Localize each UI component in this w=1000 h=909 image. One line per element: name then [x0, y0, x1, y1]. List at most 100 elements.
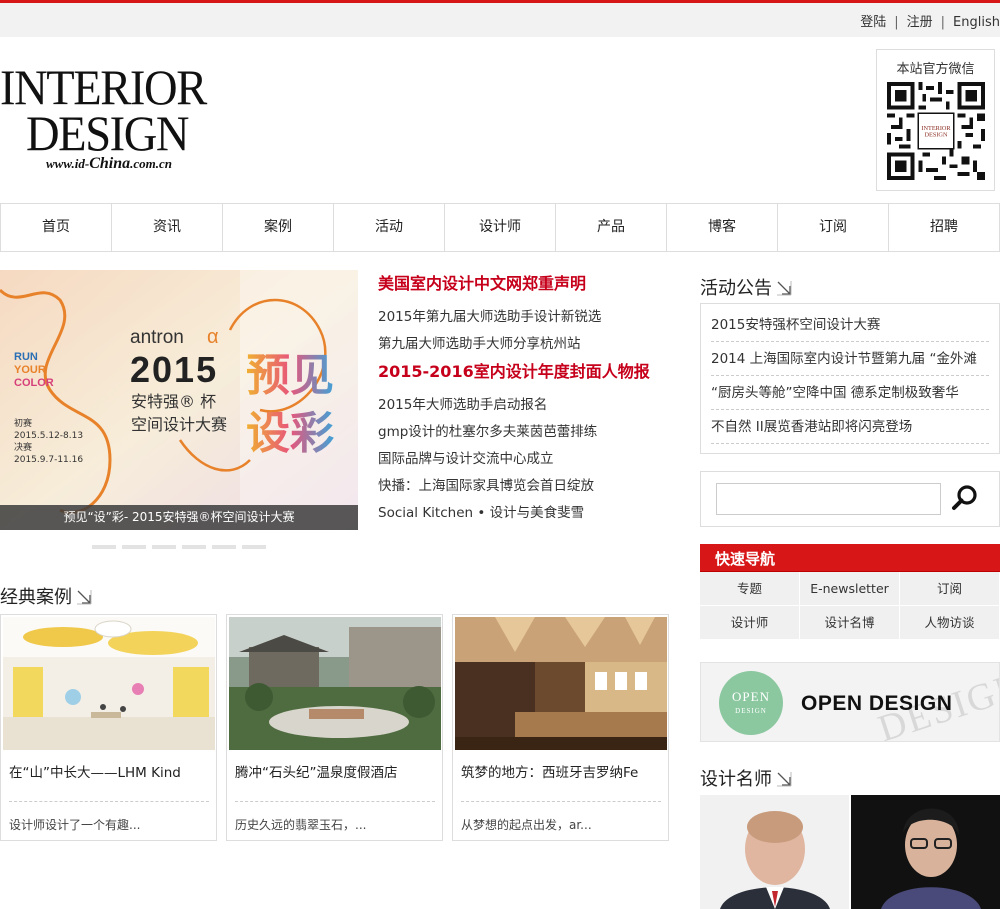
- case-image: [455, 617, 667, 750]
- wechat-qr-box: 本站官方微信 INTERIOR DESIGN: [876, 49, 995, 191]
- case-desc: 历史久远的翡翠玉石，...: [235, 818, 367, 832]
- news-item[interactable]: Social Kitchen • 设计与美食斐雪: [378, 500, 688, 527]
- quick-nav-topics[interactable]: 专题: [700, 572, 800, 606]
- slide-slogan-3: COLOR: [14, 377, 54, 389]
- slider-dot[interactable]: [182, 545, 206, 549]
- search-box: [700, 471, 1000, 527]
- svg-text:α: α: [207, 326, 219, 348]
- quick-nav-title: 快速导航: [700, 544, 1000, 572]
- slide-big-2: 设彩: [246, 408, 334, 459]
- slide-date-label-2: 决赛: [14, 441, 32, 453]
- slider-dot[interactable]: [242, 545, 266, 549]
- designers-section-title: 设计名师: [700, 765, 792, 791]
- slide-title-2: 空间设计大赛: [131, 415, 227, 434]
- logo-line-design: DESIGN: [26, 105, 190, 161]
- login-link[interactable]: 登陆: [860, 11, 886, 30]
- nav-item-news[interactable]: 资讯: [112, 204, 223, 251]
- separator: |: [894, 15, 899, 30]
- slide-brand: antron: [130, 327, 184, 348]
- announce-section-title: 活动公告: [700, 274, 792, 300]
- slide-slogan-1: RUN: [14, 351, 38, 363]
- announcement-item[interactable]: “厨房头等舱”空降中国 德系定制极致奢华: [711, 376, 989, 410]
- quick-nav-designers[interactable]: 设计师: [700, 606, 800, 640]
- nav-item-cases[interactable]: 案例: [223, 204, 334, 251]
- slider-dot[interactable]: [152, 545, 176, 549]
- quick-nav-subscribe[interactable]: 订阅: [900, 572, 1000, 606]
- corner-arrow-icon: [77, 590, 92, 605]
- english-link[interactable]: English: [953, 15, 1000, 30]
- quick-nav: 快速导航 专题 E-newsletter 订阅 设计师 设计名博 人物访谈: [700, 544, 1000, 640]
- slider-dot[interactable]: [212, 545, 236, 549]
- nav-item-events[interactable]: 活动: [334, 204, 445, 251]
- announcement-item[interactable]: 不自然 II展览香港站即将闪亮登场: [711, 410, 989, 444]
- quick-nav-grid: 专题 E-newsletter 订阅 设计师 设计名博 人物访谈: [700, 572, 1000, 640]
- register-link[interactable]: 注册: [907, 11, 933, 30]
- search-icon[interactable]: [951, 483, 981, 513]
- slide-big-1: 预见: [246, 350, 334, 401]
- slide-date-label-1: 初赛: [14, 417, 32, 429]
- nav-item-home[interactable]: 首页: [0, 204, 112, 251]
- case-title[interactable]: 在“山”中长大——LHM Kind: [9, 761, 209, 781]
- logo-url: www.id-China.com.cn: [46, 155, 173, 172]
- case-desc: 从梦想的起点出发，ar...: [461, 818, 592, 832]
- slider-dot[interactable]: [92, 545, 116, 549]
- open-design-banner[interactable]: DESIGN OPEN DESIGN OPEN DESIGN: [700, 662, 1000, 742]
- slide-date-1: 2015.5.12-8.13: [14, 431, 83, 441]
- nav-item-products[interactable]: 产品: [556, 204, 667, 251]
- divider: [235, 801, 435, 802]
- separator: |: [940, 15, 946, 30]
- site-logo[interactable]: INTERIOR DESIGN www.id-China.com.cn: [0, 62, 245, 177]
- quick-nav-newsletter[interactable]: E-newsletter: [800, 572, 900, 606]
- slider-dot[interactable]: [122, 545, 146, 549]
- slider-dots: [92, 545, 266, 549]
- news-item[interactable]: gmp设计的杜塞尔多夫莱茵芭蕾排练: [378, 419, 688, 446]
- featured-slider[interactable]: antron α 2015 安特强® 杯 空间设计大赛 RUN YOUR COL…: [0, 270, 358, 530]
- news-item[interactable]: 国际品牌与设计交流中心成立: [378, 446, 688, 473]
- news-list: 美国室内设计中文网郑重声明 2015年第九届大师选助手设计新锐选 第九届大师选助…: [378, 272, 688, 527]
- designer-photo[interactable]: [700, 795, 849, 909]
- case-card[interactable]: 筑梦的地方：西班牙吉罗纳Fe 从梦想的起点出发，ar...: [452, 614, 669, 841]
- nav-item-blog[interactable]: 博客: [667, 204, 778, 251]
- nav-item-subscribe[interactable]: 订阅: [778, 204, 889, 251]
- account-links: 登陆 | 注册 | English: [860, 11, 1000, 30]
- news-item[interactable]: 第九届大师选助手大师分享杭州站: [378, 331, 688, 358]
- top-bar: 登陆 | 注册 | English: [0, 3, 1000, 37]
- case-card[interactable]: 在“山”中长大——LHM Kind 设计师设计了一个有趣...: [0, 614, 217, 841]
- slide-date-2: 2015.9.7-11.16: [14, 455, 83, 465]
- nav-item-jobs[interactable]: 招聘: [889, 204, 1000, 251]
- divider: [9, 801, 209, 802]
- news-headline[interactable]: 2015-2016室内设计年度封面人物报: [378, 360, 688, 384]
- quick-nav-interviews[interactable]: 人物访谈: [900, 606, 1000, 640]
- designer-photo[interactable]: [851, 795, 1000, 909]
- news-headline[interactable]: 美国室内设计中文网郑重声明: [378, 272, 688, 296]
- main-nav: 首页 资讯 案例 活动 设计师 产品 博客 订阅 招聘: [0, 203, 1000, 252]
- news-item[interactable]: 快播：上海国际家具博览会首日绽放: [378, 473, 688, 500]
- divider: [461, 801, 661, 802]
- case-title[interactable]: 腾冲“石头纪”温泉度假酒店: [235, 761, 435, 781]
- wechat-title: 本站官方微信: [896, 62, 975, 77]
- open-design-label: OPEN DESIGN: [801, 692, 953, 715]
- quick-nav-blogs[interactable]: 设计名博: [800, 606, 900, 640]
- case-cards: 在“山”中长大——LHM Kind 设计师设计了一个有趣... 腾冲“石头纪”温…: [0, 614, 670, 842]
- corner-arrow-icon: [777, 772, 792, 787]
- slide-image: antron α 2015 安特强® 杯 空间设计大赛 RUN YOUR COL…: [0, 270, 358, 530]
- search-input[interactable]: [716, 483, 941, 515]
- case-image: [3, 617, 215, 750]
- slide-year: 2015: [130, 349, 218, 390]
- case-image: [229, 617, 441, 750]
- news-item[interactable]: 2015年第九届大师选助手设计新锐选: [378, 304, 688, 331]
- svg-text:DESIGN: DESIGN: [925, 131, 948, 138]
- qr-code-icon: INTERIOR DESIGN: [887, 82, 985, 180]
- case-title[interactable]: 筑梦的地方：西班牙吉罗纳Fe: [461, 761, 661, 781]
- open-design-logo: OPEN DESIGN: [719, 671, 783, 735]
- cases-section-title: 经典案例: [0, 583, 92, 609]
- slide-slogan-2: YOUR: [14, 364, 46, 376]
- nav-item-designers[interactable]: 设计师: [445, 204, 556, 251]
- news-item[interactable]: 2015年大师选助手启动报名: [378, 392, 688, 419]
- announcement-list: 2015安特强杯空间设计大赛 2014 上海国际室内设计节暨第九届 “金外滩 “…: [700, 303, 1000, 454]
- slide-caption[interactable]: 预见“设”彩- 2015安特强®杯空间设计大赛: [0, 505, 358, 530]
- designer-photos: [700, 795, 1000, 909]
- announcement-item[interactable]: 2014 上海国际室内设计节暨第九届 “金外滩: [711, 342, 989, 376]
- announcement-item[interactable]: 2015安特强杯空间设计大赛: [711, 308, 989, 342]
- case-card[interactable]: 腾冲“石头纪”温泉度假酒店 历史久远的翡翠玉石，...: [226, 614, 443, 841]
